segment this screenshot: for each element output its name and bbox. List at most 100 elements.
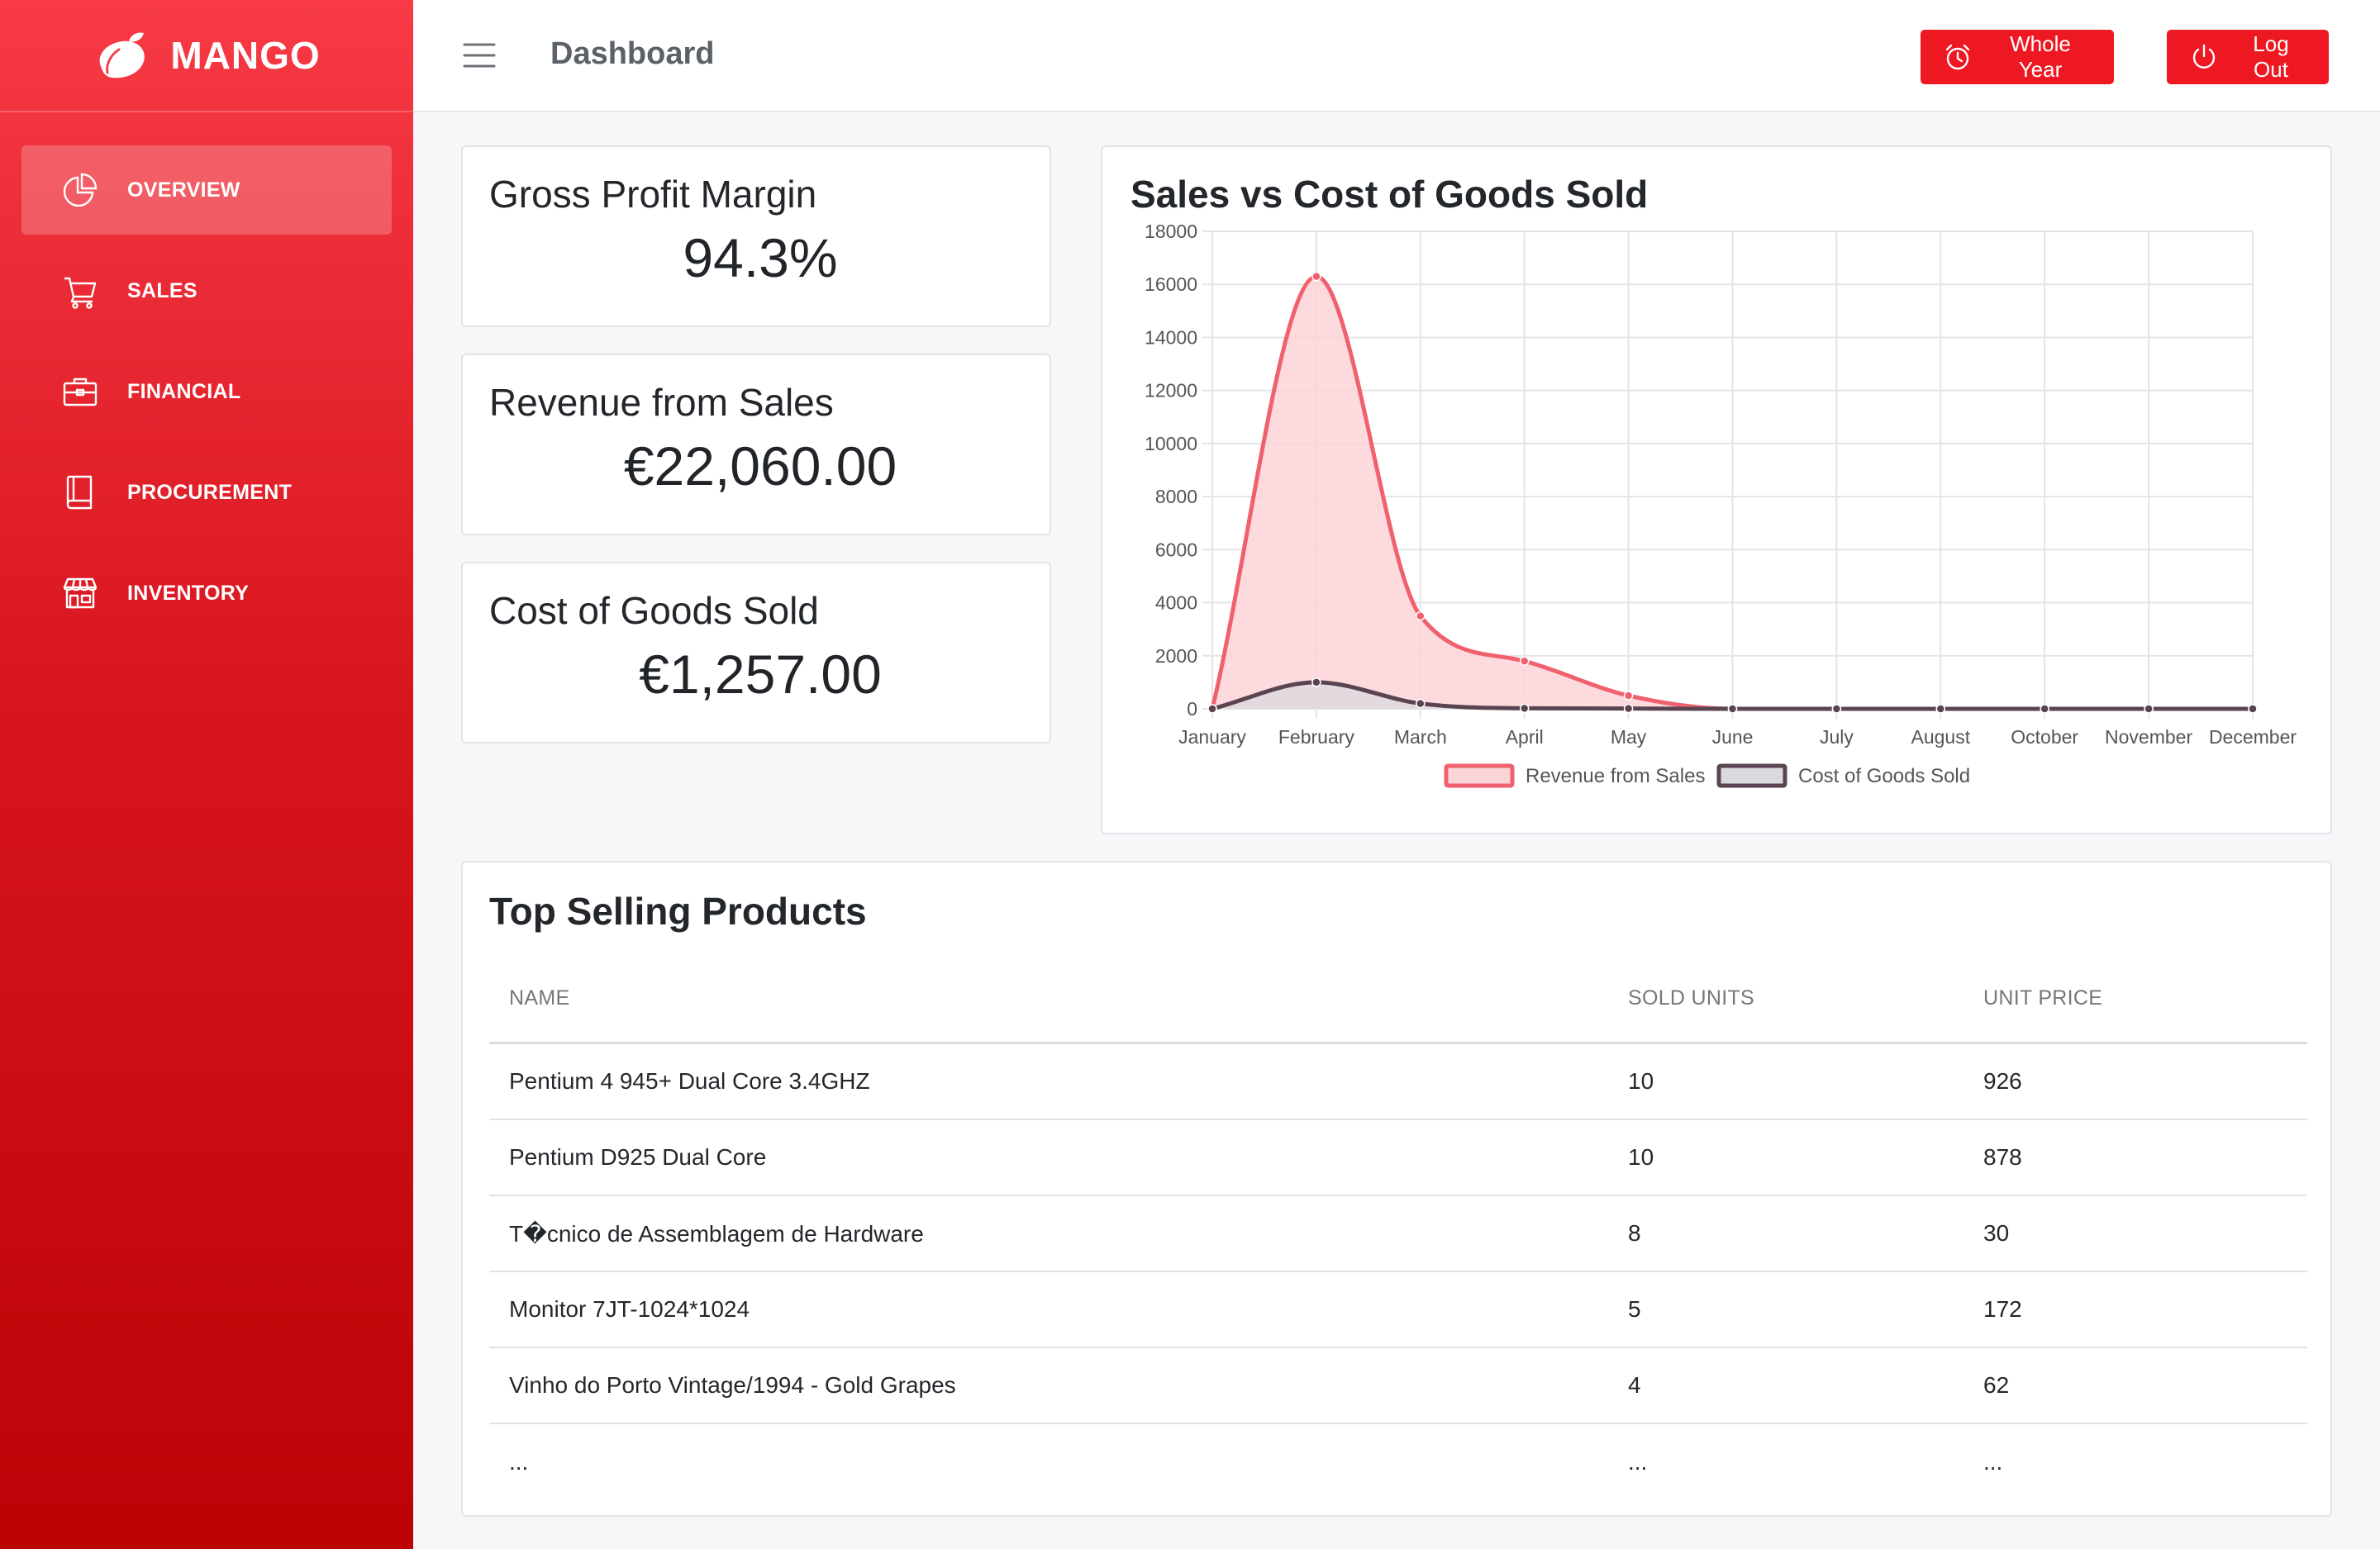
x-tick-label: March: [1394, 726, 1447, 748]
sidebar-item-label: INVENTORY: [127, 581, 250, 605]
brand-name: MANGO: [170, 34, 321, 77]
kpi-title: Revenue from Sales: [489, 381, 834, 424]
data-point-cogs: [1207, 704, 1217, 714]
x-tick-label: January: [1178, 726, 1246, 748]
y-tick-label: 14000: [1145, 326, 1197, 348]
y-tick-label: 18000: [1145, 221, 1197, 242]
data-point-cogs: [1416, 698, 1426, 709]
x-tick-label: February: [1278, 726, 1355, 748]
sidebar-item-inventory[interactable]: INVENTORY: [21, 549, 392, 638]
sold-units: 10: [1628, 1068, 1654, 1094]
sidebar-item-overview[interactable]: OVERVIEW: [21, 145, 392, 235]
product-name: Vinho do Porto Vintage/1994 - Gold Grape…: [509, 1372, 956, 1398]
legend-swatch-revenue: [1444, 763, 1515, 788]
product-name: Pentium 4 945+ Dual Core 3.4GHZ: [509, 1068, 870, 1094]
x-tick-label: November: [2105, 726, 2192, 748]
kpi-value: €22,060.00: [623, 435, 897, 497]
table-row[interactable]: Monitor 7JT-1024*1024 5 172: [489, 1272, 2307, 1348]
legend-swatch-cogs: [1716, 763, 1787, 788]
unit-price: 30: [1983, 1220, 2010, 1246]
store-icon: [63, 577, 98, 609]
product-name: ...: [509, 1449, 529, 1475]
y-tick-label: 8000: [1155, 486, 1197, 507]
data-point-cogs: [2040, 704, 2049, 714]
mango-logo-icon: [99, 32, 145, 78]
product-name: Monitor 7JT-1024*1024: [509, 1296, 750, 1322]
sidebar-item-sales[interactable]: SALES: [21, 246, 392, 335]
sold-units: 5: [1628, 1296, 1641, 1322]
table-row[interactable]: Pentium 4 945+ Dual Core 3.4GHZ 10 926: [489, 1044, 2307, 1120]
table-row[interactable]: T�cnico de Assemblagem de Hardware 8 30: [489, 1196, 2307, 1272]
y-tick-label: 10000: [1145, 433, 1197, 454]
y-tick-label: 0: [1187, 698, 1197, 720]
table-header: NAME SOLD UNITS UNIT PRICE: [489, 955, 2307, 1044]
sold-units: 10: [1628, 1144, 1654, 1170]
y-tick-label: 12000: [1145, 380, 1197, 402]
cart-icon: [64, 277, 97, 309]
kpi-title: Cost of Goods Sold: [489, 589, 819, 632]
x-tick-label: April: [1506, 726, 1544, 748]
data-point-cogs: [1519, 703, 1530, 714]
kpi-card-cogs: Cost of Goods Sold €1,257.00: [461, 562, 1051, 744]
kpi-card-gross-margin: Gross Profit Margin 94.3%: [461, 145, 1051, 327]
data-point-cogs: [2248, 704, 2258, 714]
top-products-card: Top Selling Products NAME SOLD UNITS UNI…: [461, 861, 2332, 1517]
brand[interactable]: MANGO: [0, 0, 413, 112]
book-icon: [66, 475, 93, 510]
sold-units: 4: [1628, 1372, 1641, 1398]
data-point-revenue: [1311, 271, 1321, 282]
data-point-cogs: [1831, 704, 1842, 714]
sidebar-item-label: OVERVIEW: [127, 178, 240, 202]
column-header-name[interactable]: NAME: [489, 986, 1608, 1010]
topbar: Dashboard Whole Year Log Out: [413, 0, 2380, 112]
period-filter-button[interactable]: Whole Year: [1921, 30, 2114, 84]
data-point-revenue: [1416, 611, 1426, 621]
chart-card: Sales vs Cost of Goods Sold 0 2000 4000 600…: [1101, 145, 2332, 834]
x-tick-label: December: [2209, 726, 2297, 748]
unit-price: 62: [1983, 1372, 2010, 1398]
y-tick-label: 16000: [1145, 273, 1197, 295]
pie-chart-icon: [63, 173, 98, 207]
sidebar: MANGO OVERVIEW SALES FINANCIAL PROCUREME…: [0, 0, 413, 1549]
column-header-unit-price[interactable]: UNIT PRICE: [1963, 986, 2307, 1010]
x-tick-label: July: [1820, 726, 1854, 748]
data-point-cogs: [1311, 677, 1321, 687]
x-tick-label: May: [1611, 726, 1647, 748]
sidebar-item-label: SALES: [127, 278, 198, 302]
kpi-value: €1,257.00: [639, 644, 882, 705]
data-point-cogs: [1727, 704, 1738, 714]
unit-price: 878: [1983, 1144, 2022, 1170]
data-point-cogs: [1623, 703, 1634, 714]
alarm-clock-icon: [1945, 44, 1970, 70]
unit-price: 926: [1983, 1068, 2022, 1094]
table-row[interactable]: Pentium D925 Dual Core 10 878: [489, 1120, 2307, 1196]
data-point-cogs: [1935, 704, 1946, 714]
kpi-value: 94.3%: [683, 227, 838, 288]
sidebar-item-label: FINANCIAL: [127, 379, 241, 403]
logout-label: Log Out: [2253, 31, 2289, 82]
sidebar-nav: OVERVIEW SALES FINANCIAL PROCUREMENT INV…: [0, 112, 413, 638]
x-tick-label: August: [1911, 726, 1970, 748]
page-title: Dashboard: [550, 36, 715, 71]
table-row[interactable]: ... ... ...: [489, 1424, 2307, 1500]
data-point-revenue: [1623, 691, 1634, 701]
sidebar-item-financial[interactable]: FINANCIAL: [21, 347, 392, 436]
column-header-sold-units[interactable]: SOLD UNITS: [1608, 986, 1963, 1010]
products-table: NAME SOLD UNITS UNIT PRICE Pentium 4 945…: [489, 955, 2307, 1500]
sales-vs-cogs-chart[interactable]: 0 2000 4000 6000 8000 10000 12000 14000 16000 180…: [1102, 147, 2334, 836]
y-tick-label: 6000: [1155, 539, 1197, 560]
hamburger-menu-icon[interactable]: [463, 41, 496, 69]
x-tick-label: October: [2011, 726, 2078, 748]
table-row[interactable]: Vinho do Porto Vintage/1994 - Gold Grape…: [489, 1348, 2307, 1424]
legend-label-revenue: Revenue from Sales: [1526, 765, 1705, 787]
kpi-title: Gross Profit Margin: [489, 173, 817, 216]
sold-units: 8: [1628, 1220, 1641, 1246]
logout-button[interactable]: Log Out: [2167, 30, 2329, 84]
briefcase-icon: [63, 378, 98, 406]
power-icon: [2192, 44, 2216, 69]
y-tick-label: 4000: [1155, 592, 1197, 614]
x-tick-label: June: [1712, 726, 1754, 748]
sidebar-item-procurement[interactable]: PROCUREMENT: [21, 448, 392, 537]
sidebar-item-label: PROCUREMENT: [127, 480, 293, 504]
period-filter-label: Whole Year: [2010, 31, 2071, 82]
